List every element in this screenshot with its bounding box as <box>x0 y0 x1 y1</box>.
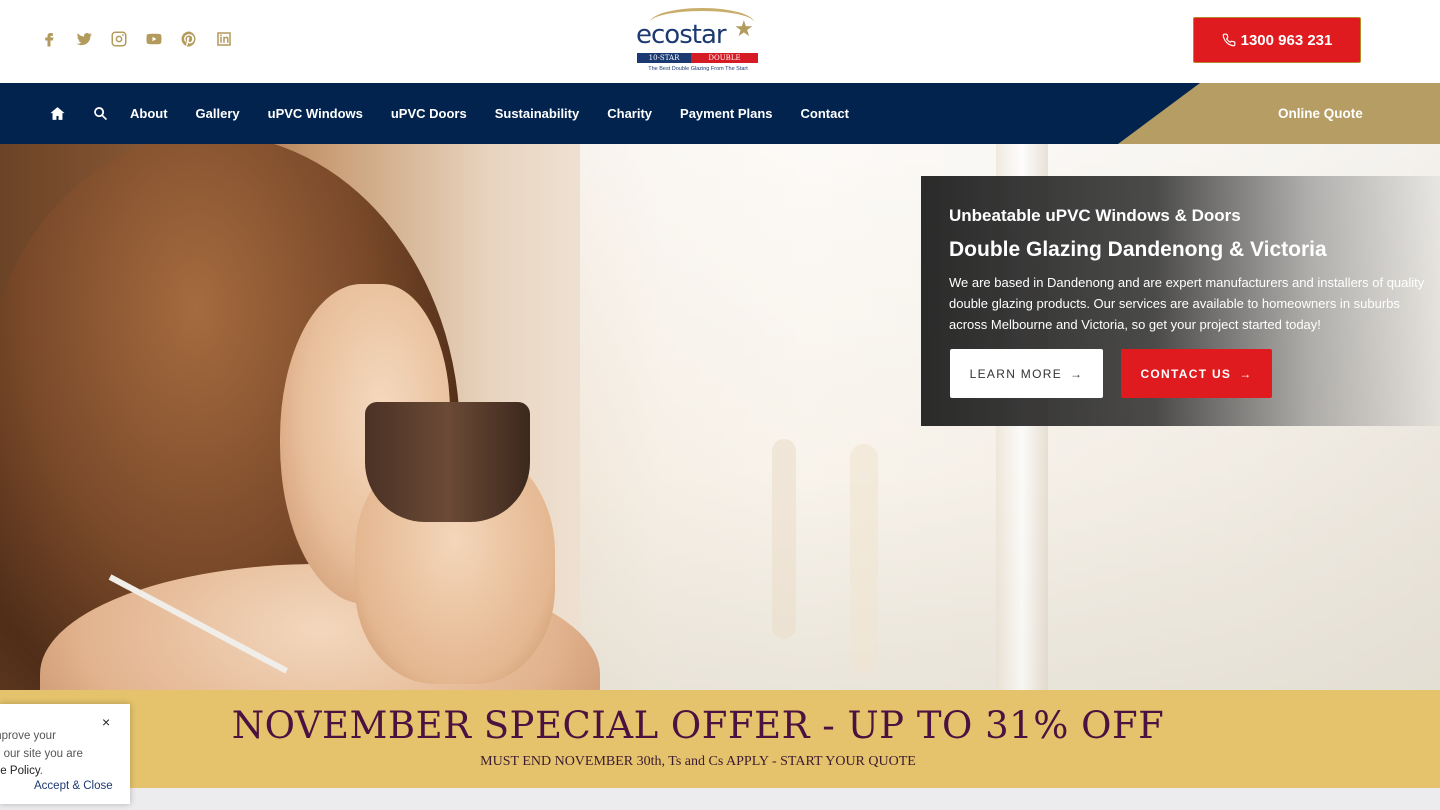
cookie-policy-link[interactable]: kie Policy <box>0 765 40 777</box>
contact-us-button[interactable]: CONTACT US → <box>1121 349 1272 398</box>
youtube-icon[interactable] <box>143 28 165 50</box>
arrow-right-icon: → <box>1239 366 1253 381</box>
nav-items: About Gallery uPVC Windows uPVC Doors Su… <box>48 83 849 144</box>
hero-description: We are based in Dandenong and are expert… <box>949 275 1425 332</box>
hero-window-handle-2 <box>850 444 878 674</box>
logo-tagline: The Best Double Glazing From The Start <box>648 66 748 72</box>
logo-band-right: DOUBLE GLAZING <box>691 53 758 72</box>
offer-headline: NOVEMBER SPECIAL OFFER - UP TO 31% OFF <box>231 704 1165 747</box>
twitter-icon[interactable] <box>73 28 95 50</box>
logo-band: 10-STAR DOUBLE GLAZING <box>637 53 758 72</box>
learn-more-label: LEARN MORE <box>969 366 1063 381</box>
logo-band-left: 10-STAR <box>637 53 691 63</box>
nav-about[interactable]: About <box>130 106 168 121</box>
online-quote-link[interactable]: Online Quote <box>1278 83 1363 144</box>
main-nav: About Gallery uPVC Windows uPVC Doors Su… <box>0 83 1440 144</box>
social-links <box>38 28 235 50</box>
instagram-icon[interactable] <box>108 28 130 50</box>
nav-contact[interactable]: Contact <box>801 106 849 121</box>
cookie-text-period: . <box>39 765 43 777</box>
close-icon[interactable]: × <box>102 714 110 730</box>
phone-button[interactable]: 1300 963 231 <box>1193 17 1361 63</box>
offer-subline: MUST END NOVEMBER 30th, Ts and Cs APPLY … <box>480 754 916 769</box>
nav-upvc-windows[interactable]: uPVC Windows <box>268 106 363 121</box>
ecostar-logo[interactable]: ecostar ★ 10-STAR DOUBLE GLAZING The Bes… <box>636 6 760 76</box>
offer-banner[interactable]: NOVEMBER SPECIAL OFFER - UP TO 31% OFF M… <box>0 690 1440 788</box>
learn-more-button[interactable]: LEARN MORE → <box>950 349 1103 398</box>
site-header: ecostar ★ 10-STAR DOUBLE GLAZING The Bes… <box>0 0 1440 83</box>
cookie-text-line-2: g our site you are <box>0 748 83 760</box>
cookie-text-line-3: kie Policy. <box>0 765 43 777</box>
contact-us-label: CONTACT US <box>1140 366 1232 381</box>
phone-icon <box>1222 33 1236 47</box>
hero-window-handle <box>772 439 796 639</box>
hero-card: Unbeatable uPVC Windows & Doors Double G… <box>921 176 1440 426</box>
pinterest-icon[interactable] <box>178 28 200 50</box>
next-section-strip <box>0 788 1440 810</box>
hero-coffee-cup <box>365 402 530 522</box>
accept-close-button[interactable]: Accept & Close <box>34 780 113 792</box>
nav-payment-plans[interactable]: Payment Plans <box>680 106 773 121</box>
hero-title: Double Glazing Dandenong & Victoria <box>949 238 1327 261</box>
linkedin-icon[interactable] <box>213 28 235 50</box>
nav-upvc-doors[interactable]: uPVC Doors <box>391 106 467 121</box>
logo-brand: ecostar <box>636 20 727 50</box>
home-icon[interactable] <box>48 105 66 123</box>
nav-charity[interactable]: Charity <box>607 106 652 121</box>
hero-subtitle: Unbeatable uPVC Windows & Doors <box>949 206 1241 225</box>
nav-gallery[interactable]: Gallery <box>196 106 240 121</box>
hero-banner: Unbeatable uPVC Windows & Doors Double G… <box>0 144 1440 690</box>
search-icon[interactable] <box>91 105 109 123</box>
nav-sustainability[interactable]: Sustainability <box>495 106 580 121</box>
cookie-text-line-1: mprove your <box>0 730 56 742</box>
star-icon: ★ <box>734 16 754 41</box>
phone-number: 1300 963 231 <box>1240 31 1333 49</box>
arrow-right-icon: → <box>1070 366 1084 381</box>
cookie-notice: × mprove your g our site you are kie Pol… <box>0 704 130 804</box>
facebook-icon[interactable] <box>38 28 60 50</box>
